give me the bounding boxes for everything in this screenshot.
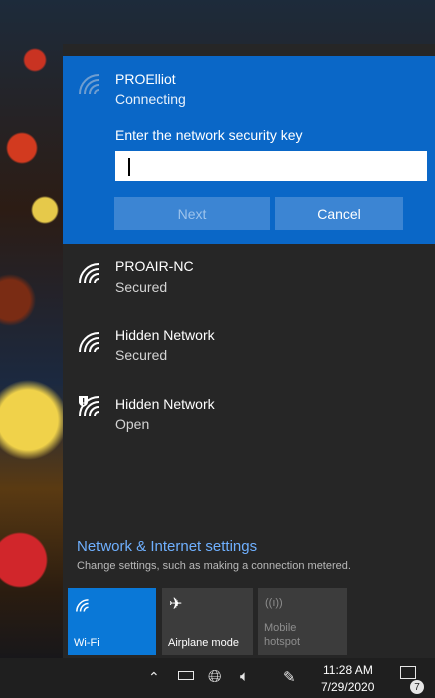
network-name[interactable]: Hidden Network (115, 327, 215, 343)
globe-icon[interactable]: 🌐︎ (208, 667, 222, 687)
clock-time[interactable]: 11:28 AM (323, 663, 373, 677)
wifi-tile-label: Wi-Fi (74, 637, 100, 649)
network-settings-link[interactable]: Network & Internet settings (77, 538, 257, 555)
notification-center-icon[interactable] (400, 666, 416, 679)
next-button[interactable]: Next (114, 197, 270, 230)
airplane-mode-tile[interactable]: ✈ Airplane mode (162, 588, 253, 655)
speaker-icon[interactable]: 🔈︎ (240, 668, 249, 685)
airplane-icon: ✈ (169, 596, 183, 613)
network-status: Open (115, 416, 150, 432)
notification-count-badge: 7 (410, 680, 424, 694)
hotspot-icon: ((ı)) (265, 597, 283, 609)
chevron-up-icon[interactable]: ⌃ (148, 669, 160, 686)
wifi-signal-icon (79, 74, 100, 95)
hotspot-tile-label: Mobile hotspot (264, 622, 301, 648)
wifi-icon (76, 599, 89, 612)
network-settings-description: Change settings, such as making a connec… (77, 560, 351, 572)
network-name[interactable]: PROAIR-NC (115, 258, 194, 274)
active-network-status: Connecting (115, 91, 186, 107)
wifi-open-warning-icon (79, 396, 100, 417)
airplane-tile-label: Airplane mode (168, 637, 239, 649)
active-network-name: PROElliot (115, 71, 176, 87)
security-key-prompt: Enter the network security key (115, 127, 303, 143)
wifi-signal-icon (79, 332, 100, 353)
pen-icon[interactable]: ✎ (283, 668, 296, 686)
cancel-button[interactable]: Cancel (275, 197, 403, 230)
mobile-hotspot-tile[interactable]: ((ı)) Mobile hotspot (258, 588, 347, 655)
battery-icon[interactable] (178, 671, 194, 680)
taskbar: ⌃ 🌐︎ 🔈︎ ✎ 11:28 AM 7/29/2020 7 (0, 658, 435, 698)
clock-date[interactable]: 7/29/2020 (321, 680, 374, 694)
security-key-input[interactable] (115, 151, 427, 181)
wifi-signal-icon (79, 263, 100, 284)
network-status: Secured (115, 347, 168, 363)
text-caret (128, 158, 130, 176)
active-network-card[interactable]: PROElliot Connecting Enter the network s… (63, 56, 435, 244)
wifi-toggle-tile[interactable]: Wi-Fi (68, 588, 156, 655)
network-status: Secured (115, 279, 168, 295)
network-name[interactable]: Hidden Network (115, 396, 215, 412)
